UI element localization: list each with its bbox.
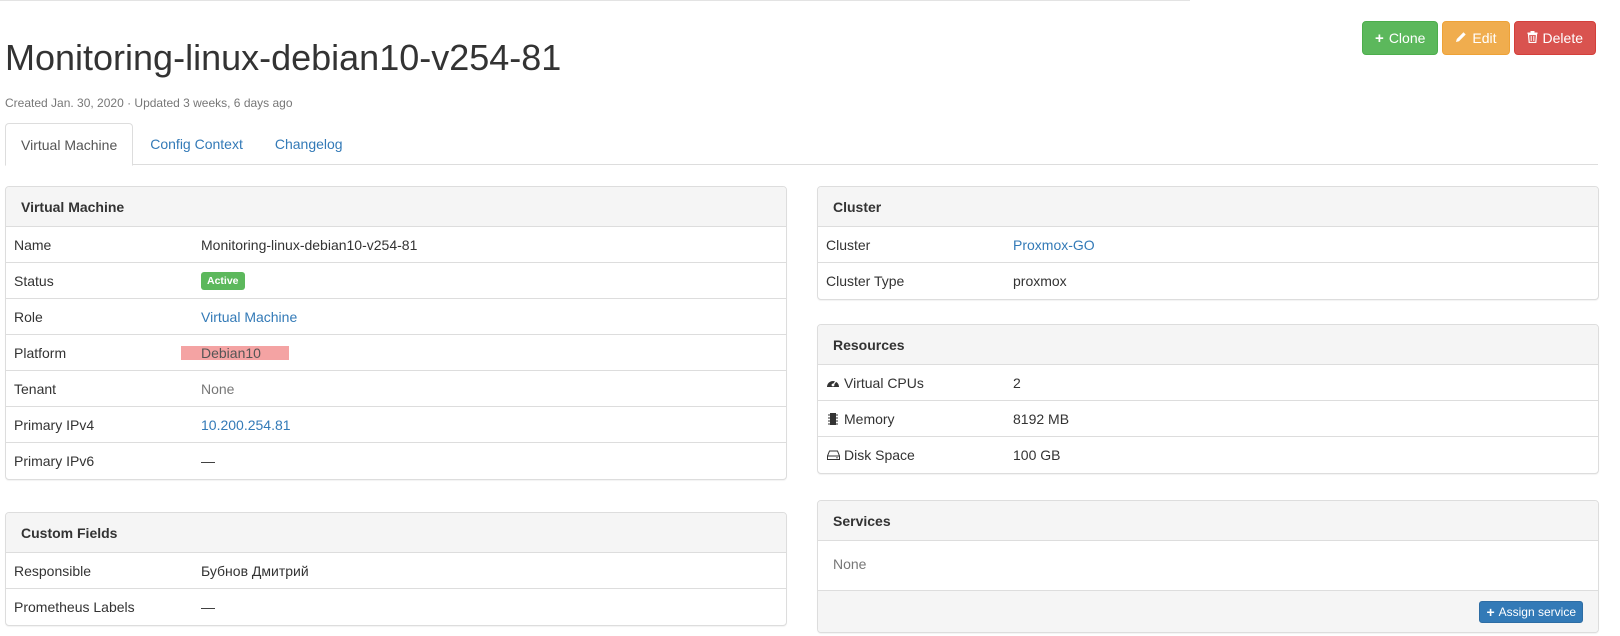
- row-label: Cluster Type: [826, 273, 905, 289]
- hard-drive-icon: [826, 448, 840, 462]
- row-label: Primary IPv4: [14, 416, 95, 433]
- row-label: Status: [14, 272, 54, 289]
- cluster-link[interactable]: Proxmox-GO: [1013, 237, 1095, 253]
- cluster-heading: Cluster: [818, 187, 1598, 227]
- prometheus-labels-value: —: [201, 599, 215, 615]
- table-row: Cluster Type proxmox: [818, 263, 1598, 299]
- resources-heading: Resources: [818, 325, 1598, 365]
- table-row: Status Active: [6, 263, 786, 299]
- row-label: Virtual CPUs: [844, 374, 924, 391]
- action-buttons: + Clone Edit Delete: [1362, 21, 1596, 55]
- custom-fields-heading: Custom Fields: [6, 513, 786, 553]
- clone-label: Clone: [1388, 30, 1426, 46]
- row-label: Platform: [14, 344, 67, 361]
- tenant-value: None: [201, 380, 235, 397]
- table-row: Primary IPv4 10.200.254.81: [6, 407, 786, 443]
- status-badge: Active: [201, 272, 245, 290]
- resources-panel: Resources Virtual CPUs 2 Memory 8192 MB …: [817, 324, 1599, 474]
- row-label: Prometheus Labels: [14, 599, 135, 615]
- disk-space-value: 100 GB: [1013, 447, 1061, 463]
- primary-ipv6-value: —: [201, 453, 215, 469]
- responsible-value: Бубнов Дмитрий: [201, 562, 309, 579]
- row-label: Tenant: [14, 380, 57, 397]
- cluster-panel: Cluster Cluster Proxmox-GO Cluster Type …: [817, 186, 1599, 300]
- assign-service-label: Assign service: [1498, 604, 1576, 619]
- table-row: Responsible Бубнов Дмитрий: [6, 553, 786, 589]
- tab-config-context[interactable]: Config Context: [135, 123, 258, 165]
- vm-name-value: Monitoring-linux-debian10-v254-81: [201, 236, 418, 253]
- dashboard-icon: [826, 376, 840, 390]
- services-empty: None: [833, 556, 867, 572]
- table-row: Disk Space 100 GB: [818, 437, 1598, 473]
- vcpus-value: 2: [1013, 374, 1021, 391]
- custom-fields-panel: Custom Fields Responsible Бубнов Дмитрий…: [5, 512, 787, 626]
- services-panel: Services None + Assign service: [817, 500, 1599, 633]
- table-row: Memory 8192 MB: [818, 401, 1598, 437]
- primary-ipv4-link[interactable]: 10.200.254.81: [201, 417, 291, 433]
- memory-chip-icon: [826, 412, 840, 426]
- tab-changelog[interactable]: Changelog: [260, 123, 358, 165]
- vm-panel-heading: Virtual Machine: [6, 187, 786, 227]
- edit-button[interactable]: Edit: [1442, 21, 1510, 55]
- memory-value: 8192 MB: [1013, 410, 1070, 427]
- table-row: Prometheus Labels —: [6, 589, 786, 625]
- table-row: Name Monitoring-linux-debian10-v254-81: [6, 227, 786, 263]
- delete-button[interactable]: Delete: [1513, 21, 1596, 55]
- table-row: Primary IPv6 —: [6, 443, 786, 479]
- row-label: Memory: [844, 410, 895, 427]
- platform-value: Debian10: [181, 345, 289, 360]
- row-label: Disk Space: [844, 447, 915, 463]
- page-title: Monitoring-linux-debian10-v254-81: [5, 37, 562, 78]
- table-row: Tenant None: [6, 371, 786, 407]
- table-row: Platform Debian10: [6, 335, 786, 371]
- row-label: Responsible: [14, 562, 92, 579]
- role-link[interactable]: Virtual Machine: [201, 309, 297, 325]
- table-row: Cluster Proxmox-GO: [818, 227, 1598, 263]
- trash-icon: [1527, 30, 1538, 46]
- cluster-type-value: proxmox: [1013, 273, 1067, 289]
- clone-button[interactable]: + Clone: [1362, 21, 1439, 55]
- tab-virtual-machine[interactable]: Virtual Machine: [5, 123, 134, 166]
- services-footer: + Assign service: [818, 590, 1598, 632]
- services-heading: Services: [818, 501, 1598, 541]
- table-row: Virtual CPUs 2: [818, 365, 1598, 401]
- plus-icon: +: [1486, 603, 1495, 620]
- vm-panel: Virtual Machine Name Monitoring-linux-de…: [5, 186, 787, 480]
- tab-bar: Virtual Machine Config Context Changelog: [5, 123, 1598, 166]
- plus-icon: +: [1375, 29, 1384, 47]
- delete-label: Delete: [1542, 30, 1583, 46]
- top-divider: [0, 0, 1190, 1]
- row-label: Role: [14, 308, 43, 325]
- row-label: Name: [14, 236, 52, 253]
- row-label: Cluster: [826, 236, 871, 253]
- pencil-icon: [1455, 30, 1467, 46]
- row-label: Primary IPv6: [14, 453, 95, 469]
- table-row: Role Virtual Machine: [6, 299, 786, 335]
- edit-label: Edit: [1472, 30, 1497, 46]
- assign-service-button[interactable]: + Assign service: [1479, 600, 1583, 623]
- page-subtitle: Created Jan. 30, 2020 · Updated 3 weeks,…: [5, 96, 293, 110]
